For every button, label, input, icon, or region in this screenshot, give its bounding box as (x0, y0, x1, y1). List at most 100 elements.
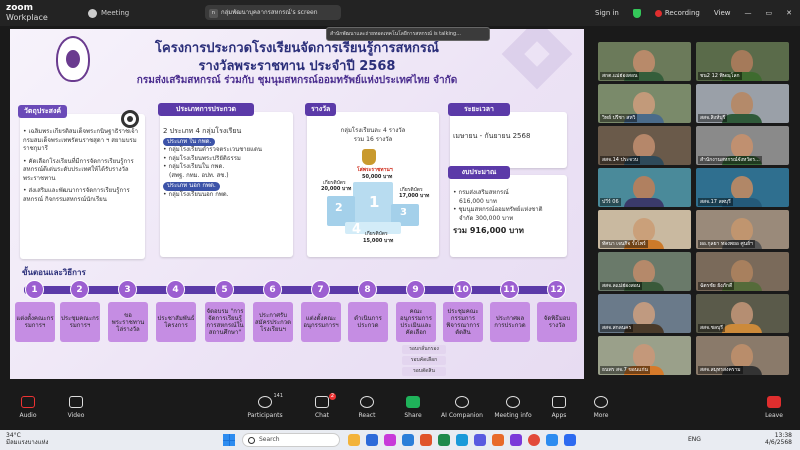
security-shield-icon[interactable] (632, 8, 641, 18)
participant-tile[interactable]: สสจ.สมุทรสงคราม (696, 336, 789, 375)
participant-tile[interactable]: ธนพร สจ.7 ขอนแก่น (598, 336, 691, 375)
participant-tile[interactable]: วิทย์ ปรีชา สหวิ (598, 84, 691, 123)
participant-tile[interactable]: ผอ.กุลยา ทองพยอ ศูนย์ฯ (696, 210, 789, 249)
meeting-toolbar: Audio Video 141 Participants 2 Chat React … (0, 392, 800, 430)
firefox-icon[interactable] (492, 434, 504, 446)
participant-tile[interactable]: ฉัตรชัย ยังภักดี (696, 252, 789, 291)
outlook-icon[interactable] (546, 434, 558, 446)
participant-name: วิทย์ ปรีชา สหวิ (600, 114, 638, 122)
participant-face (731, 50, 753, 74)
participant-tile[interactable]: สกต.แม่ฮ่องสอน (598, 42, 691, 81)
participant-tile[interactable]: สสจ.ชลบุรี (696, 294, 789, 333)
step-box: ประกาศรับสมัครประกวดโรงเรียนฯ (253, 302, 293, 342)
clock-time: 13:38 (774, 432, 792, 439)
participant-tile[interactable]: ชน2 12 พิษณุโลก (696, 42, 789, 81)
more-button[interactable]: More (573, 396, 629, 419)
objectives-header: วัตถุประสงค์ (18, 105, 68, 118)
chrome-icon[interactable] (528, 434, 540, 446)
copilot-icon[interactable] (366, 434, 378, 446)
weather-desc: มีลมแรงบางแห่ง (6, 439, 49, 446)
windows-start-icon[interactable] (223, 434, 235, 446)
zoom-taskbar-icon[interactable] (564, 434, 576, 446)
word-icon[interactable] (402, 434, 414, 446)
third-amount: 17,000 บาท (399, 193, 430, 199)
ai-label: AI Companion (441, 412, 483, 419)
type-in-item: • กลุ่มโรงเรียนพระปริยัติธรรม (163, 154, 241, 162)
meeting-tab[interactable]: Meeting (88, 8, 129, 18)
participant-name: สสจ.ชลบุรี (698, 324, 725, 332)
step-box: แต่งตั้งคณะอนุกรรมการฯ (301, 302, 341, 342)
participant-name: สสจ.17 ลพบุรี (698, 198, 733, 206)
participant-name: สสจ.สกลนคร (600, 324, 634, 332)
participant-tile[interactable]: ปวีร์ 06 (598, 168, 691, 207)
step-box: จัดอบรม "การจัดการเรียนรู้การสหกรณ์ในสถา… (205, 302, 245, 342)
podium-number: 3 (400, 207, 407, 218)
participant-tile[interactable]: สสจ.14 ประจวบ (598, 126, 691, 165)
language-indicator[interactable]: ENG (688, 436, 701, 443)
step-box: ประชุมคณะกรรมการฯ (60, 302, 100, 342)
participants-icon: 141 (258, 393, 283, 408)
objective-item: • เฉลิมพระเกียรติสมเด็จพระกนิษฐาธิราชเจ้… (23, 128, 139, 152)
step-number: 3 (118, 280, 137, 299)
shared-screen-area: โครงการประกวดโรงเรียนจัดการเรียนรู้การสห… (0, 26, 590, 388)
target-icon (121, 110, 139, 128)
chat-bubble-icon: 2 (315, 393, 336, 408)
video-button[interactable]: Video (48, 396, 104, 419)
title-bar-right: Sign in Recording View — ▭ ✕ (595, 0, 792, 26)
more-label: More (593, 412, 609, 419)
objectives-card: วัตถุประสงค์ • เฉลิมพระเกียรติสมเด็จพระก… (18, 105, 145, 259)
video-camera-icon (69, 396, 83, 408)
excel-icon[interactable] (438, 434, 450, 446)
taskbar-search[interactable]: Search (242, 433, 340, 447)
podium-number: 4 (352, 222, 362, 237)
budget-card: งบประมาณ • กรมส่งเสริมสหกรณ์ 616,000 บาท… (448, 166, 567, 257)
second-amount: 20,000 บาท (321, 186, 352, 192)
participant-face (731, 218, 753, 242)
system-clock[interactable]: 13:38 4/6/2568 (765, 432, 792, 446)
sign-in-link[interactable]: Sign in (595, 9, 619, 17)
minimize-icon[interactable]: — (745, 9, 752, 17)
powerpoint-icon[interactable] (420, 434, 432, 446)
participant-tile[interactable]: สำนักงานสหกรณ์จังหวัดร... (696, 126, 789, 165)
contest-types-header: ประเภทการประกวด (158, 103, 254, 116)
step-number: 7 (311, 280, 330, 299)
more-dots-icon (594, 396, 608, 408)
contest-types-card: ประเภทการประกวด 2 ประเภท 4 กลุ่มโรงเรียน… (158, 103, 293, 257)
file-explorer-icon[interactable] (348, 434, 360, 446)
step-number: 1 (25, 280, 44, 299)
edge-icon[interactable] (456, 434, 468, 446)
step-box: ขอพระราชทานโล่รางวัล (108, 302, 148, 342)
recording-indicator[interactable]: Recording (654, 9, 700, 17)
participants-button[interactable]: 141 Participants (237, 393, 293, 419)
objective-item: • ส่งเสริมและพัฒนาการจัดการเรียนรู้การสห… (23, 187, 130, 203)
sparkle-icon (455, 396, 469, 408)
participant-body (624, 198, 664, 207)
teams-icon[interactable] (474, 434, 486, 446)
steps-header: ขั้นตอนและวิธีการ (22, 268, 86, 277)
photos-icon[interactable] (384, 434, 396, 446)
slide-organizers: กรมส่งเสริมสหกรณ์ ร่วมกับ ชุมนุมสหกรณ์ออ… (136, 75, 458, 86)
participant-tile[interactable]: สสจ.สิงห์บุรี (696, 84, 789, 123)
participant-tile[interactable]: สสจ.ลแม่ฮ่องสอน (598, 252, 691, 291)
leave-button[interactable]: Leave (754, 396, 794, 419)
participant-tile[interactable]: สสจ.17 ลพบุรี (696, 168, 789, 207)
screen-share-indicator[interactable]: n กลุ่มพัฒนาบุคลากรสหกรณ์'s screen (205, 5, 341, 20)
ai-companion-button[interactable]: AI Companion (434, 396, 490, 419)
participant-face (633, 92, 655, 116)
onenote-icon[interactable] (510, 434, 522, 446)
talking-indicator: สำนักพัฒนาและถ่ายทอดเทคโนโลยีการสหกรณ์ i… (326, 27, 490, 41)
participant-face (731, 134, 753, 158)
participant-tile[interactable]: สสจ.สกลนคร (598, 294, 691, 333)
share-label: Share (404, 412, 422, 419)
participant-tile[interactable]: ทัศนา เจนกิจ รั้งโพร์ (598, 210, 691, 249)
share-button[interactable]: Share (385, 396, 441, 419)
participant-body (722, 114, 762, 123)
maximize-icon[interactable]: ▭ (766, 9, 773, 17)
view-menu[interactable]: View (714, 9, 731, 17)
step-box: ดำเนินการประกวด (348, 302, 388, 342)
close-icon[interactable]: ✕ (786, 9, 792, 17)
period-header: ระยะเวลา (448, 103, 510, 116)
step-number: 11 (500, 280, 519, 299)
weather-widget[interactable]: 34°C มีลมแรงบางแห่ง (6, 432, 48, 446)
recording-label: Recording (664, 9, 700, 17)
